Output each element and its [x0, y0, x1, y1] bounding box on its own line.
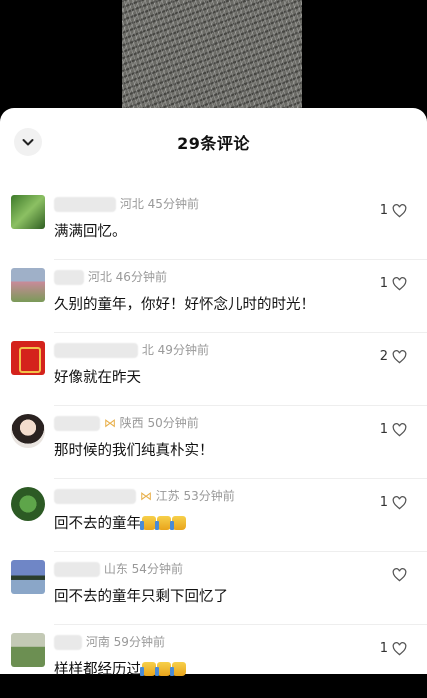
thumbs-up-emoji — [155, 516, 171, 530]
like-button[interactable]: 1 — [380, 641, 407, 656]
username-blurred[interactable] — [54, 635, 82, 650]
like-button[interactable] — [388, 568, 407, 582]
comment-location: 河南 — [85, 635, 110, 649]
comment-meta: 河南 59分钟前 — [54, 633, 165, 651]
like-count: 1 — [379, 495, 388, 510]
sheet-header: 29条评论 — [0, 108, 427, 174]
avatar[interactable] — [11, 414, 45, 448]
comment-text: 满满回忆。 — [54, 224, 127, 240]
comment-time: 54分钟前 — [131, 562, 183, 576]
comment-meta: 山东 54分钟前 — [54, 560, 183, 578]
heart-outline-icon — [392, 641, 407, 655]
comment-location: 山东 — [103, 562, 128, 576]
thumbs-up-emoji — [170, 516, 186, 530]
video-frame — [122, 0, 302, 125]
like-count: 2 — [379, 349, 388, 364]
comment-meta: ⋈ 陕西 50分钟前 — [54, 414, 199, 432]
comment-meta: 河北 45分钟前 — [54, 195, 199, 213]
thumbs-up-emoji — [140, 516, 156, 530]
comment-text: 回不去的童年只剩下回忆了 — [54, 589, 228, 605]
avatar[interactable] — [11, 195, 45, 229]
comment-location: 河北 — [119, 197, 144, 211]
avatar[interactable] — [11, 341, 45, 375]
comment-text-body: 样样都经历过 — [54, 662, 141, 678]
comment-time: 50分钟前 — [147, 416, 199, 430]
avatar-emblem — [19, 347, 41, 373]
comment-location: 陕西 — [119, 416, 144, 430]
heart-outline-icon — [392, 568, 407, 582]
comment-text: 久别的童年，你好！好怀念儿时的时光！ — [54, 297, 315, 313]
comment-item[interactable]: 山东 54分钟前 回不去的童年只剩下回忆了 — [0, 552, 427, 625]
sheet-title: 29条评论 — [177, 134, 250, 153]
like-button[interactable]: 1 — [380, 203, 407, 218]
comment-item[interactable]: 河北 45分钟前 满满回忆。 1 — [0, 187, 427, 260]
heart-outline-icon — [392, 349, 407, 363]
comments-sheet: 29条评论 河北 45分钟前 满满回忆。 1 河北 46分钟前 久别的童年，你好… — [0, 108, 427, 678]
like-count: 1 — [379, 276, 388, 291]
avatar[interactable] — [11, 633, 45, 667]
username-blurred[interactable] — [54, 343, 138, 358]
comment-time: 49分钟前 — [157, 343, 209, 357]
comment-text: 那时候的我们纯真朴实！ — [54, 443, 214, 459]
heart-outline-icon — [392, 276, 407, 290]
comment-meta: 河北 46分钟前 — [54, 268, 167, 286]
heart-outline-icon — [392, 422, 407, 436]
like-count: 1 — [379, 422, 388, 437]
comment-location: 江苏 — [155, 489, 180, 503]
ribbon-icon: ⋈ — [139, 489, 152, 503]
comment-location: 河北 — [87, 270, 112, 284]
comment-item[interactable]: 河北 46分钟前 久别的童年，你好！好怀念儿时的时光！ 1 — [0, 260, 427, 333]
like-count: 1 — [379, 203, 388, 218]
comment-item[interactable]: 河南 59分钟前 样样都经历过 1 — [0, 625, 427, 698]
comment-location: 北 — [141, 343, 154, 357]
username-blurred[interactable] — [54, 416, 100, 431]
comment-text-body: 回不去的童年 — [54, 516, 141, 532]
username-blurred[interactable] — [54, 197, 116, 212]
comment-text: 好像就在昨天 — [54, 370, 141, 386]
like-button[interactable]: 1 — [380, 276, 407, 291]
username-blurred[interactable] — [54, 489, 136, 504]
avatar[interactable] — [11, 487, 45, 521]
comment-text: 样样都经历过 — [54, 658, 186, 679]
ribbon-icon: ⋈ — [103, 416, 116, 430]
comment-item[interactable]: ⋈ 江苏 53分钟前 回不去的童年 1 — [0, 479, 427, 552]
comment-text: 回不去的童年 — [54, 512, 186, 533]
like-button[interactable]: 1 — [380, 495, 407, 510]
comment-item[interactable]: ⋈ 陕西 50分钟前 那时候的我们纯真朴实！ 1 — [0, 406, 427, 479]
comment-meta: ⋈ 江苏 53分钟前 — [54, 487, 235, 505]
avatar[interactable] — [11, 268, 45, 302]
comment-time: 46分钟前 — [115, 270, 167, 284]
comment-time: 53分钟前 — [183, 489, 235, 503]
like-button[interactable]: 2 — [380, 349, 407, 364]
comment-item[interactable]: 北 49分钟前 好像就在昨天 2 — [0, 333, 427, 406]
comment-meta: 北 49分钟前 — [54, 341, 209, 359]
comment-time: 59分钟前 — [113, 635, 165, 649]
username-blurred[interactable] — [54, 270, 84, 285]
like-button[interactable]: 1 — [380, 422, 407, 437]
username-blurred[interactable] — [54, 562, 100, 577]
avatar[interactable] — [11, 560, 45, 594]
like-count: 1 — [379, 641, 388, 656]
heart-outline-icon — [392, 495, 407, 509]
comment-time: 45分钟前 — [147, 197, 199, 211]
heart-outline-icon — [392, 203, 407, 217]
